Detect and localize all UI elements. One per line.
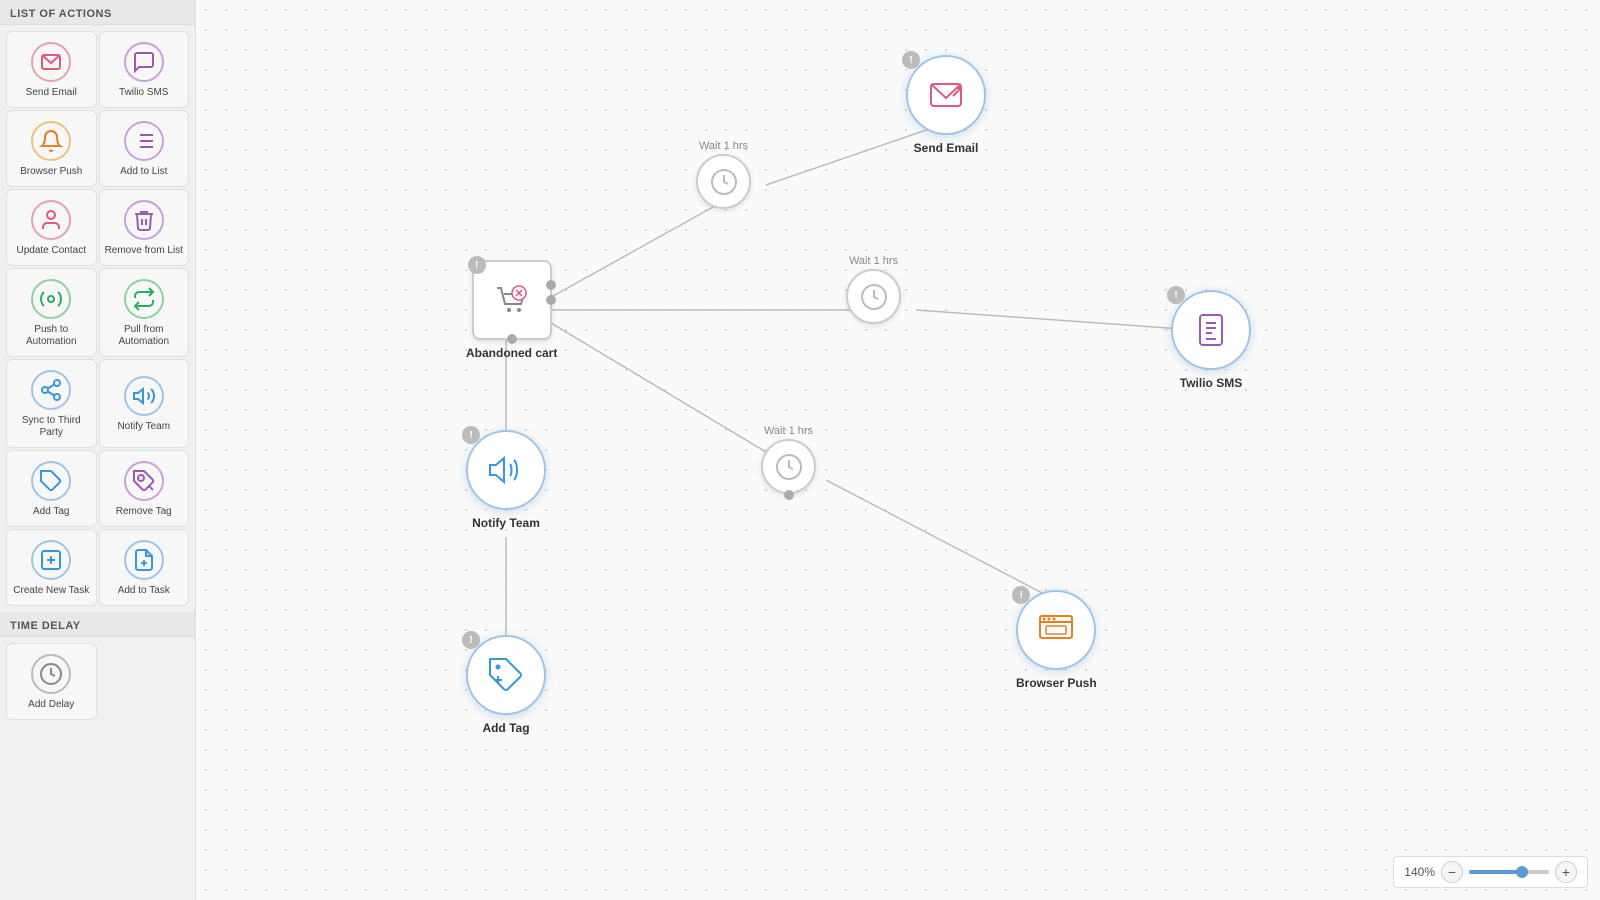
notify-team-icon: [124, 376, 164, 416]
send-email-canvas-label: Send Email: [914, 141, 979, 155]
sidebar-delay-grid: Add Delay: [0, 637, 195, 726]
add-tag-canvas-label: Add Tag: [482, 721, 529, 735]
sidebar-item-add-to-list[interactable]: Add to List: [99, 110, 190, 187]
wait-1-label: Wait 1 hrs: [699, 140, 748, 152]
twilio-sms-warning: !: [1167, 286, 1185, 304]
sidebar-section-actions: LIST OF ACTIONS: [0, 0, 195, 25]
sidebar-item-create-new-task[interactable]: Create New Task: [6, 529, 97, 606]
browser-push-canvas-node[interactable]: ! Browser Push: [1016, 590, 1097, 690]
wait-3-node[interactable]: Wait 1 hrs: [761, 425, 816, 494]
notify-team-canvas-label: Notify Team: [472, 516, 540, 530]
abandoned-cart-node[interactable]: ! Abandoned cart: [466, 260, 557, 360]
sidebar-add-to-task-label: Add to Task: [118, 585, 170, 597]
abandoned-cart-square: !: [472, 260, 552, 340]
wait-1-node[interactable]: Wait 1 hrs: [696, 140, 751, 209]
add-to-task-icon: [124, 540, 164, 580]
sidebar-create-new-task-label: Create New Task: [13, 585, 89, 597]
sidebar-push-to-automation-label: Push to Automation: [11, 324, 92, 348]
sidebar-item-notify-team[interactable]: Notify Team: [99, 359, 190, 448]
add-tag-circle: !: [466, 635, 546, 715]
add-tag-canvas-node[interactable]: ! Add Tag: [466, 635, 546, 735]
abandoned-cart-warning: !: [468, 256, 486, 274]
connections-svg: [196, 0, 1600, 900]
zoom-level: 140%: [1404, 865, 1435, 879]
abandoned-cart-label: Abandoned cart: [466, 346, 557, 360]
sync-to-third-party-icon: [31, 370, 71, 410]
add-tag-warning: !: [462, 631, 480, 649]
sidebar-sync-third-party-label: Sync to Third Party: [11, 415, 92, 439]
sidebar-item-add-to-task[interactable]: Add to Task: [99, 529, 190, 606]
sidebar-remove-from-list-label: Remove from List: [105, 245, 183, 257]
wait-3-label: Wait 1 hrs: [764, 425, 813, 437]
zoom-in-button[interactable]: +: [1555, 861, 1577, 883]
send-email-canvas-node[interactable]: ! Send Email: [906, 55, 986, 155]
sidebar-item-push-to-automation[interactable]: Push to Automation: [6, 268, 97, 357]
sidebar-add-tag-label: Add Tag: [33, 506, 70, 518]
sidebar-remove-tag-label: Remove Tag: [116, 506, 172, 518]
twilio-sms-canvas-label: Twilio SMS: [1180, 376, 1242, 390]
wait-2-label: Wait 1 hrs: [849, 255, 898, 267]
sidebar-update-contact-label: Update Contact: [17, 245, 87, 257]
twilio-sms-canvas-node[interactable]: ! Twilio SMS: [1171, 290, 1251, 390]
add-to-list-icon: [124, 121, 164, 161]
twilio-sms-circle: !: [1171, 290, 1251, 370]
wait-2-node[interactable]: Wait 1 hrs: [846, 255, 901, 324]
sidebar-item-twilio-sms[interactable]: Twilio SMS: [99, 31, 190, 108]
sidebar-browser-push-label: Browser Push: [20, 166, 82, 178]
sidebar-send-email-label: Send Email: [26, 87, 77, 99]
add-delay-icon: [31, 654, 71, 694]
browser-push-icon: [31, 121, 71, 161]
sidebar-item-browser-push[interactable]: Browser Push: [6, 110, 97, 187]
sidebar-item-pull-from-automation[interactable]: Pull from Automation: [99, 268, 190, 357]
browser-push-warning: !: [1012, 586, 1030, 604]
notify-team-circle: !: [466, 430, 546, 510]
sidebar-section-time-delay: TIME DELAY: [0, 612, 195, 637]
add-tag-icon: [31, 461, 71, 501]
send-email-icon: [31, 42, 71, 82]
browser-push-circle: !: [1016, 590, 1096, 670]
zoom-out-button[interactable]: −: [1441, 861, 1463, 883]
sidebar-item-remove-tag[interactable]: Remove Tag: [99, 450, 190, 527]
sidebar: LIST OF ACTIONS Send Email Twilio SMS: [0, 0, 196, 900]
sidebar-item-add-tag[interactable]: Add Tag: [6, 450, 97, 527]
sidebar-actions-grid: Send Email Twilio SMS Browser Push: [0, 25, 195, 612]
zoom-bar: 140% − +: [1393, 856, 1588, 888]
pull-from-automation-icon: [124, 279, 164, 319]
create-new-task-icon: [31, 540, 71, 580]
notify-team-warning: !: [462, 426, 480, 444]
sidebar-item-sync-to-third-party[interactable]: Sync to Third Party: [6, 359, 97, 448]
sidebar-add-to-list-label: Add to List: [120, 166, 167, 178]
flow-canvas[interactable]: ! Abandoned cart Wait 1 hrs: [196, 0, 1600, 900]
remove-tag-icon: [124, 461, 164, 501]
wait-3-circle: [761, 439, 816, 494]
remove-from-list-icon: [124, 200, 164, 240]
sidebar-item-update-contact[interactable]: Update Contact: [6, 189, 97, 266]
sidebar-item-send-email[interactable]: Send Email: [6, 31, 97, 108]
send-email-warning: !: [902, 51, 920, 69]
sidebar-notify-team-label: Notify Team: [117, 421, 170, 433]
sidebar-twilio-sms-label: Twilio SMS: [119, 87, 168, 99]
browser-push-canvas-label: Browser Push: [1016, 676, 1097, 690]
push-to-automation-icon: [31, 279, 71, 319]
send-email-circle: !: [906, 55, 986, 135]
sidebar-item-remove-from-list[interactable]: Remove from List: [99, 189, 190, 266]
zoom-slider[interactable]: [1469, 870, 1549, 874]
wait-1-circle: [696, 154, 751, 209]
notify-team-canvas-node[interactable]: ! Notify Team: [466, 430, 546, 530]
twilio-sms-icon: [124, 42, 164, 82]
wait-2-circle: [846, 269, 901, 324]
sidebar-add-delay-label: Add Delay: [28, 699, 74, 711]
update-contact-icon: [31, 200, 71, 240]
sidebar-item-add-delay[interactable]: Add Delay: [6, 643, 97, 720]
sidebar-pull-from-automation-label: Pull from Automation: [104, 324, 185, 348]
